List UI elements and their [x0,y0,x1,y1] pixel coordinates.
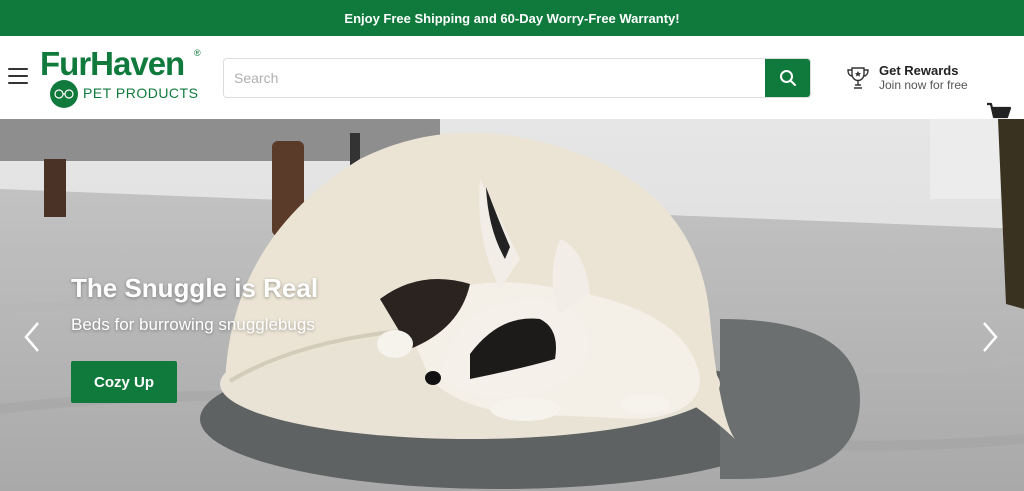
logo-name: FurHaven [40,45,185,82]
chevron-left-icon[interactable] [20,319,44,355]
cozy-up-button[interactable]: Cozy Up [71,361,177,403]
rewards-title: Get Rewards [879,63,959,78]
hero-subtitle: Beds for burrowing snugglebugs [71,315,315,334]
hero-title: The Snuggle is Real [71,273,319,303]
logo-registered-mark: ® [194,48,201,58]
menu-icon[interactable] [8,68,28,84]
rewards-subtitle: Join now for free [879,78,968,92]
promo-text: Enjoy Free Shipping and 60-Day Worry-Fre… [344,10,680,26]
hero-banner: The Snuggle is Real Beds for burrowing s… [0,119,1024,491]
hero-image [0,119,1024,491]
logo-subtitle: PET PRODUCTS [83,85,199,101]
logo[interactable]: FurHaven ® PET PRODUCTS [38,44,206,110]
site-header: FurHaven ® PET PRODUCTS Search Get Rewar… [0,36,1024,125]
search-input[interactable] [224,59,765,97]
chevron-right-icon[interactable] [978,319,1002,355]
search-bar [223,58,811,98]
trophy-icon [847,67,869,89]
rewards-link[interactable]: Get Rewards Join now for free [845,63,968,93]
promo-bar: Enjoy Free Shipping and 60-Day Worry-Fre… [0,0,1024,36]
search-button[interactable] [765,59,810,97]
logo-badge-icon [50,80,78,108]
search-icon [779,70,796,86]
